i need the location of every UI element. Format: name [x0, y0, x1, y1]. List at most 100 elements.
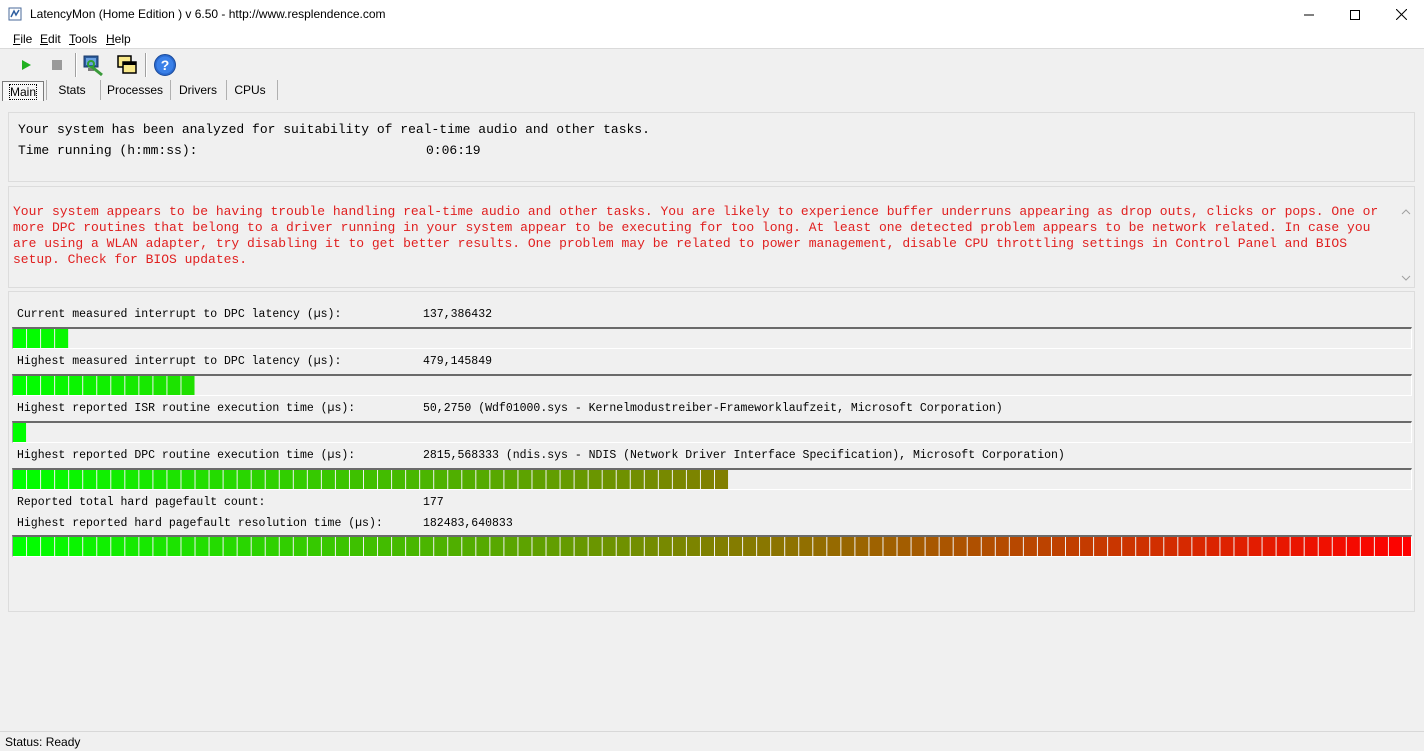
level-bar-segment [1122, 537, 1136, 556]
level-bar-segment [293, 470, 307, 489]
level-bar-segment [644, 470, 658, 489]
window-title: LatencyMon (Home Edition ) v 6.50 - http… [30, 7, 386, 21]
pagefault-time-bar [12, 535, 1412, 557]
minimize-button[interactable] [1286, 0, 1332, 29]
level-bar-graphic [13, 329, 69, 348]
level-bar-segment [406, 470, 420, 489]
level-bar-segment [672, 537, 686, 556]
analyze-tools-icon [83, 55, 103, 77]
tab-divider [226, 80, 227, 100]
level-bar-segment [560, 470, 574, 489]
level-bar-segment [1178, 537, 1192, 556]
level-bar-segment [588, 537, 602, 556]
level-bar-segment [55, 470, 69, 489]
level-bar-segment [279, 537, 293, 556]
level-bar-segment [420, 470, 434, 489]
level-bar-segment [644, 537, 658, 556]
level-bar-segment [771, 537, 785, 556]
level-bar-segment [883, 537, 897, 556]
level-bar-segment [630, 537, 644, 556]
level-bar-segment [574, 537, 588, 556]
level-bar-graphic [13, 470, 729, 489]
metrics-panel: Current measured interrupt to DPC latenc… [8, 291, 1415, 612]
pagefault-time-label: Highest reported hard pagefault resoluti… [17, 517, 383, 530]
level-bar-segment [504, 537, 518, 556]
tab-stats[interactable]: Stats [50, 80, 94, 100]
level-bar-segment [83, 376, 97, 395]
windows-cascade-button[interactable] [115, 53, 139, 77]
level-bar-segment [1206, 537, 1220, 556]
menu-file[interactable]: File [13, 32, 32, 46]
level-bar-segment [995, 537, 1009, 556]
level-bar-segment [27, 329, 41, 348]
level-bar-segment [1150, 537, 1164, 556]
start-button[interactable] [14, 53, 38, 77]
level-bar-segment [1388, 537, 1402, 556]
level-bar-segment [364, 537, 378, 556]
scroll-down-icon[interactable] [1401, 273, 1411, 283]
scroll-up-icon[interactable] [1401, 207, 1411, 217]
help-button[interactable]: ? [153, 53, 177, 77]
maximize-button[interactable] [1332, 0, 1378, 29]
analyze-tools-button[interactable] [82, 53, 106, 77]
level-bar-segment [378, 537, 392, 556]
level-bar-segment [364, 470, 378, 489]
level-bar-segment [490, 470, 504, 489]
level-bar-segment [321, 537, 335, 556]
level-bar-segment [953, 537, 967, 556]
level-bar-segment [125, 376, 139, 395]
level-bar-segment [83, 470, 97, 489]
level-bar-segment [27, 376, 41, 395]
level-bar-segment [476, 537, 490, 556]
level-bar-segment [616, 537, 630, 556]
stop-button[interactable] [45, 53, 69, 77]
close-button[interactable] [1378, 0, 1424, 29]
maximize-icon [1350, 9, 1360, 20]
level-bar-segment [1402, 537, 1411, 556]
tab-drivers[interactable]: Drivers [174, 80, 222, 100]
level-bar-segment [686, 537, 700, 556]
menu-help[interactable]: Help [106, 32, 131, 46]
level-bar-segment [153, 376, 167, 395]
level-bar-segment [757, 537, 771, 556]
level-bar-segment [1220, 537, 1234, 556]
level-bar-segment [700, 537, 714, 556]
level-bar-segment [630, 470, 644, 489]
status-text: Status: Ready [5, 735, 81, 749]
level-bar-segment [434, 537, 448, 556]
level-bar-segment [139, 537, 153, 556]
level-bar-segment [1192, 537, 1206, 556]
status-bar: Status: Ready [0, 731, 1424, 751]
level-bar-segment [939, 537, 953, 556]
level-bar-segment [490, 537, 504, 556]
current-dpc-latency-value: 137,386432 [423, 308, 493, 321]
level-bar-segment [897, 537, 911, 556]
level-bar-segment [1094, 537, 1108, 556]
level-bar-segment [869, 537, 883, 556]
level-bar-segment [13, 423, 27, 442]
tab-cpus[interactable]: CPUs [230, 80, 270, 100]
level-bar-segment [167, 376, 181, 395]
level-bar-segment [27, 470, 41, 489]
level-bar-segment [69, 470, 83, 489]
level-bar-segment [41, 470, 55, 489]
tab-main[interactable]: Main [2, 81, 44, 101]
tab-processes[interactable]: Processes [104, 80, 166, 100]
level-bar-segment [167, 470, 181, 489]
level-bar-segment [335, 470, 349, 489]
level-bar-segment [223, 537, 237, 556]
level-bar-segment [237, 537, 251, 556]
level-bar-segment [237, 470, 251, 489]
menu-tools[interactable]: Tools [69, 32, 97, 46]
level-bar-segment [69, 376, 83, 395]
level-bar-segment [715, 537, 729, 556]
menu-edit[interactable]: Edit [40, 32, 61, 46]
level-bar-segment [209, 470, 223, 489]
level-bar-segment [1346, 537, 1360, 556]
level-bar-segment [925, 537, 939, 556]
level-bar-segment [321, 470, 335, 489]
level-bar-segment [813, 537, 827, 556]
level-bar-segment [1051, 537, 1065, 556]
toolbar: ? [0, 50, 1424, 80]
level-bar-segment [265, 537, 279, 556]
